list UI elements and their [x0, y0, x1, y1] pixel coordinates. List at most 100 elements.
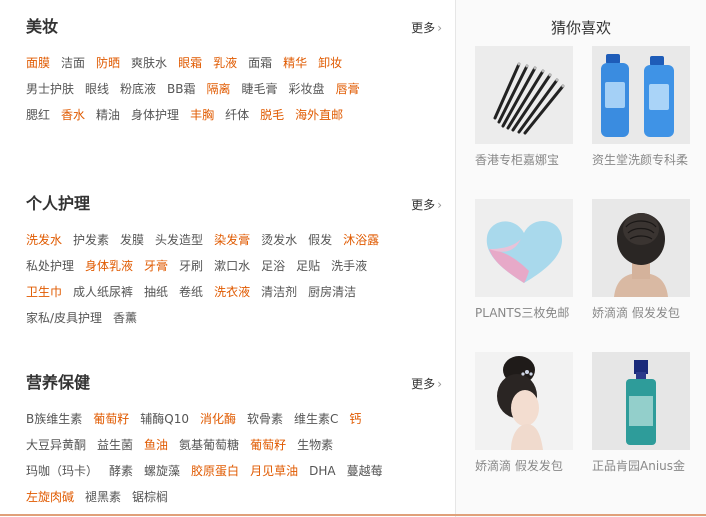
- category-tag[interactable]: DHA: [309, 458, 335, 484]
- more-link[interactable]: 更多 ›: [411, 19, 442, 36]
- product-card[interactable]: PLANTS三枚免邮: [475, 199, 573, 321]
- product-name[interactable]: 娇滴滴 假发发包: [475, 457, 575, 474]
- tag-row: 家私/皮具护理 香薰: [26, 304, 446, 330]
- category-tag[interactable]: 葡萄籽: [250, 432, 286, 458]
- category-tag[interactable]: 男士护肤: [26, 76, 74, 102]
- product-name[interactable]: 正品肯园Anius金: [592, 457, 692, 474]
- category-tag[interactable]: 蔓越莓: [347, 458, 383, 484]
- category-panel: 美妆 更多 › 面膜 洁面 防晒 爽肤水 眼霜 乳液 面霜 精华 卸妆 男士护肤 眼线 粉底液 BB霜 隔离…: [0, 0, 455, 517]
- category-tag[interactable]: 牙刷: [179, 253, 203, 279]
- category-tag[interactable]: 氨基葡萄糖: [179, 432, 239, 458]
- category-tag[interactable]: 发膜: [120, 227, 144, 253]
- category-tag[interactable]: 彩妆盘: [289, 76, 325, 102]
- category-tag[interactable]: 清洁剂: [261, 279, 297, 305]
- category-tag[interactable]: 螺旋藻: [144, 458, 180, 484]
- category-tag[interactable]: 洗衣液: [214, 279, 250, 305]
- category-tag[interactable]: 生物素: [297, 432, 333, 458]
- category-tag[interactable]: 假发: [308, 227, 332, 253]
- product-name[interactable]: 香港专柜嘉娜宝: [475, 151, 575, 168]
- product-card[interactable]: 资生堂洗颜专科柔: [592, 46, 690, 168]
- category-tag[interactable]: 鱼油: [144, 432, 168, 458]
- more-link[interactable]: 更多 ›: [411, 196, 442, 213]
- category-tag[interactable]: 身体乳液: [85, 253, 133, 279]
- more-link[interactable]: 更多 ›: [411, 375, 442, 392]
- category-tag[interactable]: 软骨素: [247, 406, 283, 432]
- category-tag[interactable]: 沐浴露: [343, 227, 379, 253]
- category-tag[interactable]: 酵素: [109, 458, 133, 484]
- category-tag[interactable]: 烫发水: [261, 227, 297, 253]
- product-card[interactable]: 香港专柜嘉娜宝: [475, 46, 573, 168]
- category-tag[interactable]: 大豆异黄酮: [26, 432, 86, 458]
- category-tag[interactable]: 胶原蛋白: [191, 458, 239, 484]
- category-tag[interactable]: 精华: [283, 50, 307, 76]
- category-tag[interactable]: 家私/皮具护理: [26, 305, 102, 331]
- category-tag[interactable]: BB霜: [167, 76, 195, 102]
- section-title: 营养保健: [26, 373, 91, 392]
- category-tag[interactable]: 护发素: [73, 227, 109, 253]
- category-tag[interactable]: 厨房清洁: [308, 279, 356, 305]
- category-tag[interactable]: 纤体: [225, 102, 249, 128]
- category-tag[interactable]: 月见草油: [250, 458, 298, 484]
- eyeliner-pencils-image[interactable]: [475, 46, 573, 144]
- oil-bottle-image[interactable]: [592, 352, 690, 450]
- category-tag[interactable]: 卷纸: [179, 279, 203, 305]
- category-tag[interactable]: 面膜: [26, 50, 50, 76]
- product-card[interactable]: 正品肯园Anius金: [592, 352, 690, 474]
- category-tag[interactable]: 香水: [61, 102, 85, 128]
- category-tag[interactable]: 头发造型: [155, 227, 203, 253]
- category-tag[interactable]: 消化酶: [200, 406, 236, 432]
- category-tag[interactable]: 锯棕榈: [132, 484, 168, 510]
- tag-row: 大豆异黄酮 益生菌 鱼油 氨基葡萄糖 葡萄籽 生物素: [26, 431, 446, 457]
- more-label: 更多: [411, 198, 436, 212]
- category-tag[interactable]: 香薰: [113, 305, 137, 331]
- product-name[interactable]: PLANTS三枚免邮: [475, 304, 575, 321]
- category-tag[interactable]: 足浴: [261, 253, 285, 279]
- cleanser-bottles-image[interactable]: [592, 46, 690, 144]
- product-name[interactable]: 娇滴滴 假发发包: [592, 304, 692, 321]
- category-tag[interactable]: 抽纸: [144, 279, 168, 305]
- category-tag[interactable]: 葡萄籽: [93, 406, 129, 432]
- category-tag[interactable]: 私处护理: [26, 253, 74, 279]
- category-tag[interactable]: 益生菌: [97, 432, 133, 458]
- category-tag[interactable]: 精油: [96, 102, 120, 128]
- category-tag[interactable]: 漱口水: [214, 253, 250, 279]
- category-tag[interactable]: 防晒: [96, 50, 120, 76]
- category-tag[interactable]: 粉底液: [120, 76, 156, 102]
- category-tag[interactable]: 洗发水: [26, 227, 62, 253]
- product-card[interactable]: 娇滴滴 假发发包: [475, 352, 573, 474]
- category-tag[interactable]: 足贴: [296, 253, 320, 279]
- category-tag[interactable]: 卫生巾: [26, 279, 62, 305]
- category-tag[interactable]: 面霜: [248, 50, 272, 76]
- category-tag[interactable]: 脱毛: [260, 102, 284, 128]
- category-tag[interactable]: 成人纸尿裤: [73, 279, 133, 305]
- category-tag[interactable]: 玛咖（玛卡）: [26, 458, 98, 484]
- category-tag[interactable]: 维生素C: [294, 406, 338, 432]
- category-tag[interactable]: 染发膏: [214, 227, 250, 253]
- category-tag[interactable]: 褪黑素: [85, 484, 121, 510]
- category-tag[interactable]: 身体护理: [131, 102, 179, 128]
- category-tag[interactable]: 海外直邮: [295, 102, 343, 128]
- category-tag[interactable]: 卸妆: [318, 50, 342, 76]
- category-tag[interactable]: 睫毛膏: [242, 76, 278, 102]
- category-tag[interactable]: 腮红: [26, 102, 50, 128]
- category-tag[interactable]: 丰胸: [190, 102, 214, 128]
- category-tag[interactable]: 牙膏: [144, 253, 168, 279]
- product-card[interactable]: 娇滴滴 假发发包: [592, 199, 690, 321]
- category-tag[interactable]: 隔离: [207, 76, 231, 102]
- category-tag[interactable]: 唇膏: [336, 76, 360, 102]
- category-tag[interactable]: 辅酶Q10: [140, 406, 189, 432]
- category-tag[interactable]: 眼线: [85, 76, 109, 102]
- hair-bun-back-image[interactable]: [592, 199, 690, 297]
- category-tag[interactable]: 钙: [349, 406, 361, 432]
- bride-updo-image[interactable]: [475, 352, 573, 450]
- product-name[interactable]: 资生堂洗颜专科柔: [592, 151, 692, 168]
- category-tag[interactable]: 爽肤水: [131, 50, 167, 76]
- category-tag[interactable]: 左旋肉碱: [26, 484, 74, 510]
- category-tag[interactable]: 洗手液: [331, 253, 367, 279]
- section-makeup: 美妆 更多 › 面膜 洁面 防晒 爽肤水 眼霜 乳液 面霜 精华 卸妆 男士护肤 眼线 粉底液 BB霜 隔离…: [26, 16, 446, 127]
- category-tag[interactable]: 洁面: [61, 50, 85, 76]
- category-tag[interactable]: 眼霜: [178, 50, 202, 76]
- category-tag[interactable]: 乳液: [213, 50, 237, 76]
- category-tag[interactable]: B族维生素: [26, 406, 82, 432]
- heart-bath-bomb-image[interactable]: [475, 199, 573, 297]
